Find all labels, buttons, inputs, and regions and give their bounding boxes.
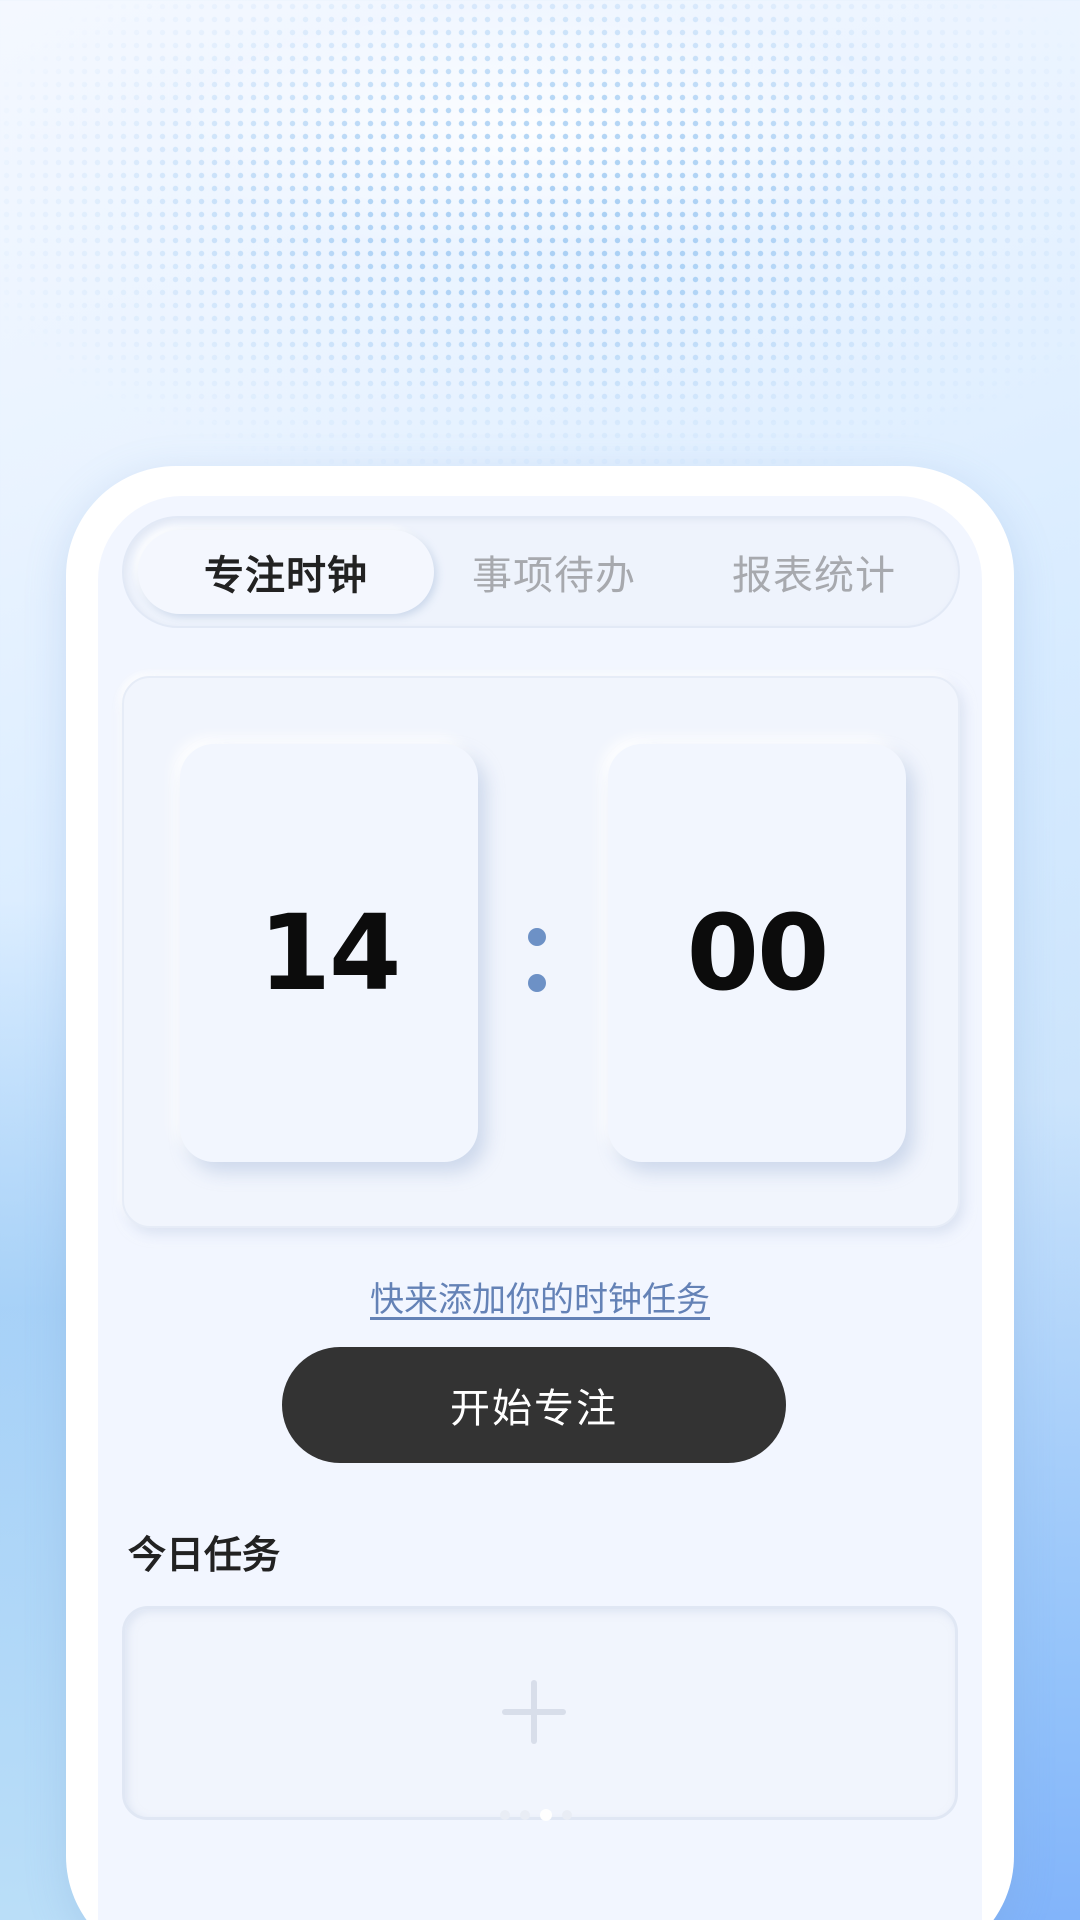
minutes-value: 00: [686, 892, 830, 1014]
page-dot: [500, 1810, 510, 1820]
tab-statistics[interactable]: 报表统计: [690, 518, 938, 626]
hours-card[interactable]: 14: [180, 744, 478, 1162]
tab-todo[interactable]: 事项待办: [430, 518, 678, 626]
add-clock-task-link[interactable]: 快来添加你的时钟任务: [200, 1272, 880, 1321]
today-tasks-title: 今日任务: [128, 1533, 281, 1577]
tab-focus-clock[interactable]: 专注时钟: [138, 530, 434, 614]
minutes-card[interactable]: 00: [608, 744, 906, 1162]
plus-icon[interactable]: [502, 1680, 566, 1744]
page-dot: [520, 1810, 530, 1820]
tab-bar: 专注时钟 事项待办 报表统计: [122, 516, 960, 628]
start-focus-button[interactable]: 开始专注: [282, 1347, 786, 1463]
page-indicator: [500, 1808, 590, 1822]
hours-value: 14: [258, 892, 402, 1014]
colon-dot-bottom: [528, 974, 546, 992]
colon-dot-top: [528, 928, 546, 946]
page-dot: [562, 1810, 572, 1820]
page-dot-active: [540, 1809, 552, 1821]
